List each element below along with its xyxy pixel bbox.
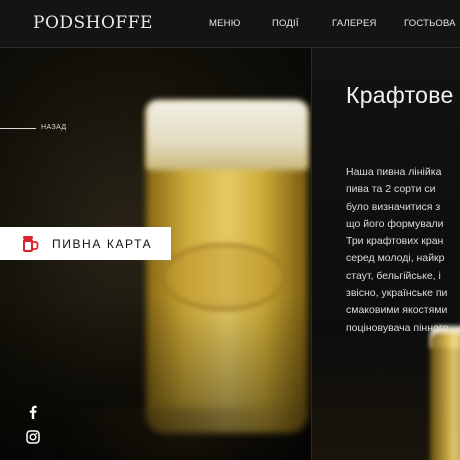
logo[interactable]: PODSHOFFE [33, 13, 153, 33]
instagram-icon[interactable] [26, 430, 40, 444]
nav-item-guestbook[interactable]: ГОСТЬОВА [404, 18, 456, 29]
description-line: поціновувача пінного [346, 321, 449, 334]
description-line: що його формували [346, 217, 444, 230]
nav-item-menu[interactable]: МЕНЮ [209, 18, 241, 29]
content-panel: Крафтове Наша пивна лінійка пива та 2 со… [312, 48, 460, 460]
description-line: було визначитися з [346, 200, 441, 213]
description-line: пива та 2 сорти си [346, 183, 436, 196]
facebook-icon[interactable] [26, 405, 40, 419]
beer-mug-icon [23, 236, 39, 252]
top-navigation-bar: PODSHOFFE МЕНЮ ПОДІЇ ГАЛЕРЕЯ ГОСТЬОВА [0, 0, 460, 48]
description-line: стаут, бельгійське, і [346, 269, 441, 282]
beer-card-button[interactable]: ПИВНА КАРТА [0, 227, 171, 260]
description-line: смаковими якостями [346, 304, 448, 317]
description-line: серед молоді, найкр [346, 252, 445, 265]
nav-item-gallery[interactable]: ГАЛЕРЕЯ [332, 18, 377, 29]
back-link[interactable]: НАЗАД [41, 124, 67, 131]
page: PODSHOFFE МЕНЮ ПОДІЇ ГАЛЕРЕЯ ГОСТЬОВА НА… [0, 0, 460, 460]
description-line: Наша пивна лінійка [346, 166, 442, 178]
page-title: Крафтове [346, 82, 454, 108]
beer-card-label: ПИВНА КАРТА [52, 237, 153, 251]
beer-glass-small-image [430, 333, 460, 460]
description-line: Три крафтових кран [346, 235, 444, 248]
back-link-line [0, 128, 36, 129]
description-text: Наша пивна лінійка пива та 2 сорти си бу… [346, 164, 460, 337]
description-line: звісно, українське пи [346, 287, 448, 300]
nav-item-events[interactable]: ПОДІЇ [272, 18, 299, 29]
